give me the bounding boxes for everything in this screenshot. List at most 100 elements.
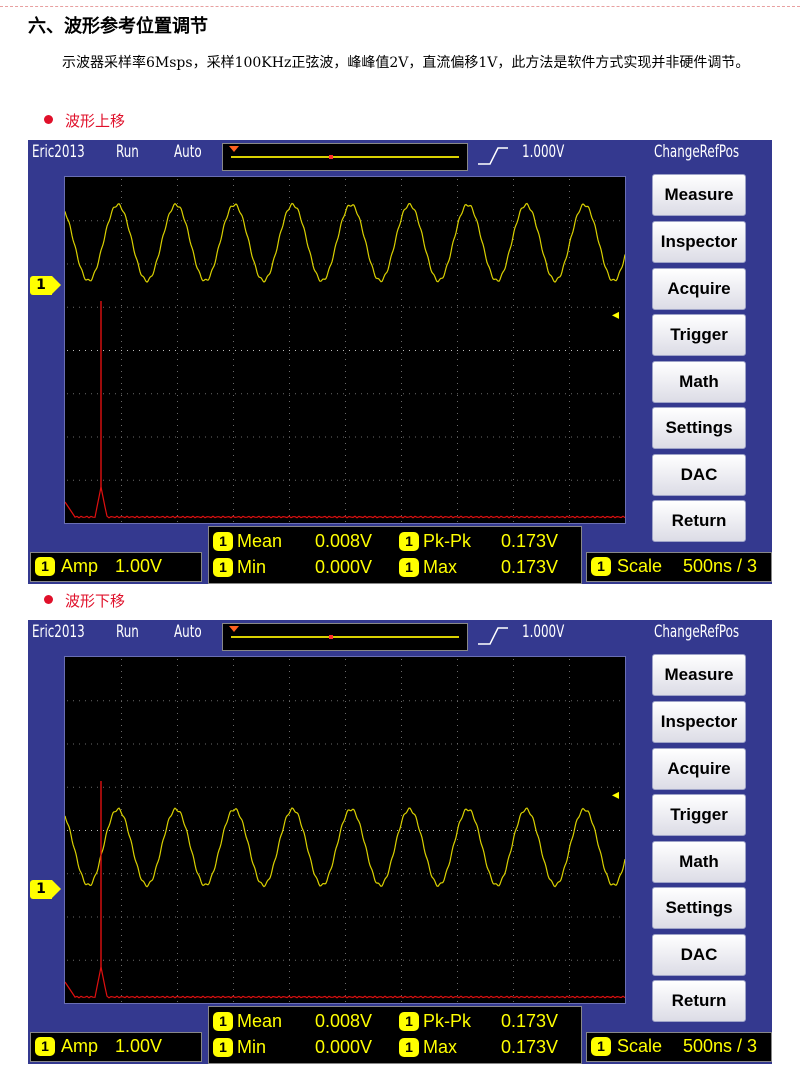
grid-dot (121, 371, 122, 372)
grid-dot (421, 263, 422, 265)
grid-dot (601, 786, 602, 788)
measure-button[interactable]: Measure (652, 174, 746, 216)
acquire-button[interactable]: Acquire (652, 268, 746, 310)
grid-dot (513, 425, 514, 426)
grid-dot (247, 830, 248, 831)
grid-dot (589, 916, 590, 918)
grid-dot (79, 959, 80, 961)
grid-dot (401, 701, 402, 702)
section-heading: 六、波形参考位置调节 (28, 16, 208, 37)
grid-dot (121, 395, 122, 396)
grid-dot (289, 179, 290, 180)
math-button[interactable]: Math (652, 841, 746, 883)
grid-dot (289, 761, 290, 762)
grid-dot (223, 436, 224, 438)
grid-dot (259, 830, 260, 831)
grid-dot (241, 220, 242, 222)
math-button[interactable]: Math (652, 361, 746, 403)
grid-dot (301, 873, 302, 875)
grid-dot (121, 350, 122, 351)
grid-dot (139, 700, 140, 702)
grid-dot (307, 350, 308, 351)
inspector-button[interactable]: Inspector (652, 701, 746, 743)
trigger-position-bar[interactable] (222, 143, 468, 171)
grid-dot (345, 401, 346, 402)
grid-dot (289, 395, 290, 396)
trigger-button[interactable]: Trigger (652, 794, 746, 836)
grid-dot (457, 899, 458, 900)
grid-dot (401, 203, 402, 204)
grid-dot (457, 857, 458, 858)
grid-dot (401, 671, 402, 672)
trigger-button[interactable]: Trigger (652, 314, 746, 356)
measure-button[interactable]: Measure (652, 654, 746, 696)
grid-dot (457, 821, 458, 822)
grid-dot (301, 263, 302, 265)
trigger-level: 1.000V (522, 142, 565, 162)
grid-dot (233, 695, 234, 696)
grid-dot (457, 407, 458, 408)
grid-dot (569, 971, 570, 972)
grid-dot (367, 916, 368, 918)
channel-1-marker[interactable]: 1 (30, 275, 61, 295)
grid-dot (307, 306, 308, 308)
grid-dot (529, 959, 530, 961)
acquire-button[interactable]: Acquire (652, 748, 746, 790)
grid-dot (513, 299, 514, 300)
grid-dot (259, 700, 260, 702)
return-button[interactable]: Return (652, 500, 746, 542)
grid-dot (85, 436, 86, 438)
grid-dot (295, 306, 296, 308)
trigger-position-bar[interactable] (222, 623, 468, 651)
grid-dot (295, 436, 296, 438)
grid-dot (177, 425, 178, 426)
grid-dot (569, 785, 570, 786)
run-state[interactable]: Run (116, 622, 139, 642)
settings-button[interactable]: Settings (652, 887, 746, 929)
grid-dot (283, 916, 284, 918)
grid-dot (571, 306, 572, 308)
run-state[interactable]: Run (116, 142, 139, 162)
grid-dot (481, 436, 482, 438)
grid-dot (475, 263, 476, 265)
grid-dot (67, 306, 68, 308)
grid-dot (277, 220, 278, 222)
grid-dot (289, 431, 290, 432)
trigger-mode[interactable]: Auto (174, 142, 202, 162)
grid-dot (343, 263, 344, 265)
grid-dot (367, 959, 368, 961)
grid-dot (163, 830, 164, 831)
grid-dot (583, 479, 584, 481)
grid-dot (175, 306, 176, 308)
grid-dot (289, 941, 290, 942)
grid-dot (345, 341, 346, 342)
grid-dot (415, 263, 416, 265)
grid-dot (91, 306, 92, 308)
grid-dot (115, 786, 116, 788)
grid-dot (513, 767, 514, 768)
grid-dot (253, 700, 254, 702)
grid-dot (613, 873, 614, 875)
grid-dot (121, 503, 122, 504)
inspector-button[interactable]: Inspector (652, 221, 746, 263)
dac-button[interactable]: DAC (652, 454, 746, 496)
waveform-display[interactable] (64, 656, 626, 1004)
scale-readout: 1 Scale 500ns / 3 (586, 1032, 772, 1062)
grid-dot (513, 359, 514, 360)
grid-dot (427, 786, 428, 788)
grid-dot (345, 299, 346, 300)
channel-1-marker[interactable]: 1 (30, 880, 61, 900)
grid-dot (569, 473, 570, 474)
return-button[interactable]: Return (652, 980, 746, 1022)
grid-dot (177, 305, 178, 306)
trigger-mode[interactable]: Auto (174, 622, 202, 642)
settings-button[interactable]: Settings (652, 407, 746, 449)
grid-dot (391, 436, 392, 438)
waveform-display[interactable] (64, 176, 626, 524)
grid-dot (163, 916, 164, 918)
grid-dot (513, 845, 514, 846)
grid-dot (289, 809, 290, 810)
grid-dot (289, 251, 290, 252)
dac-button[interactable]: DAC (652, 934, 746, 976)
grid-dot (233, 857, 234, 858)
